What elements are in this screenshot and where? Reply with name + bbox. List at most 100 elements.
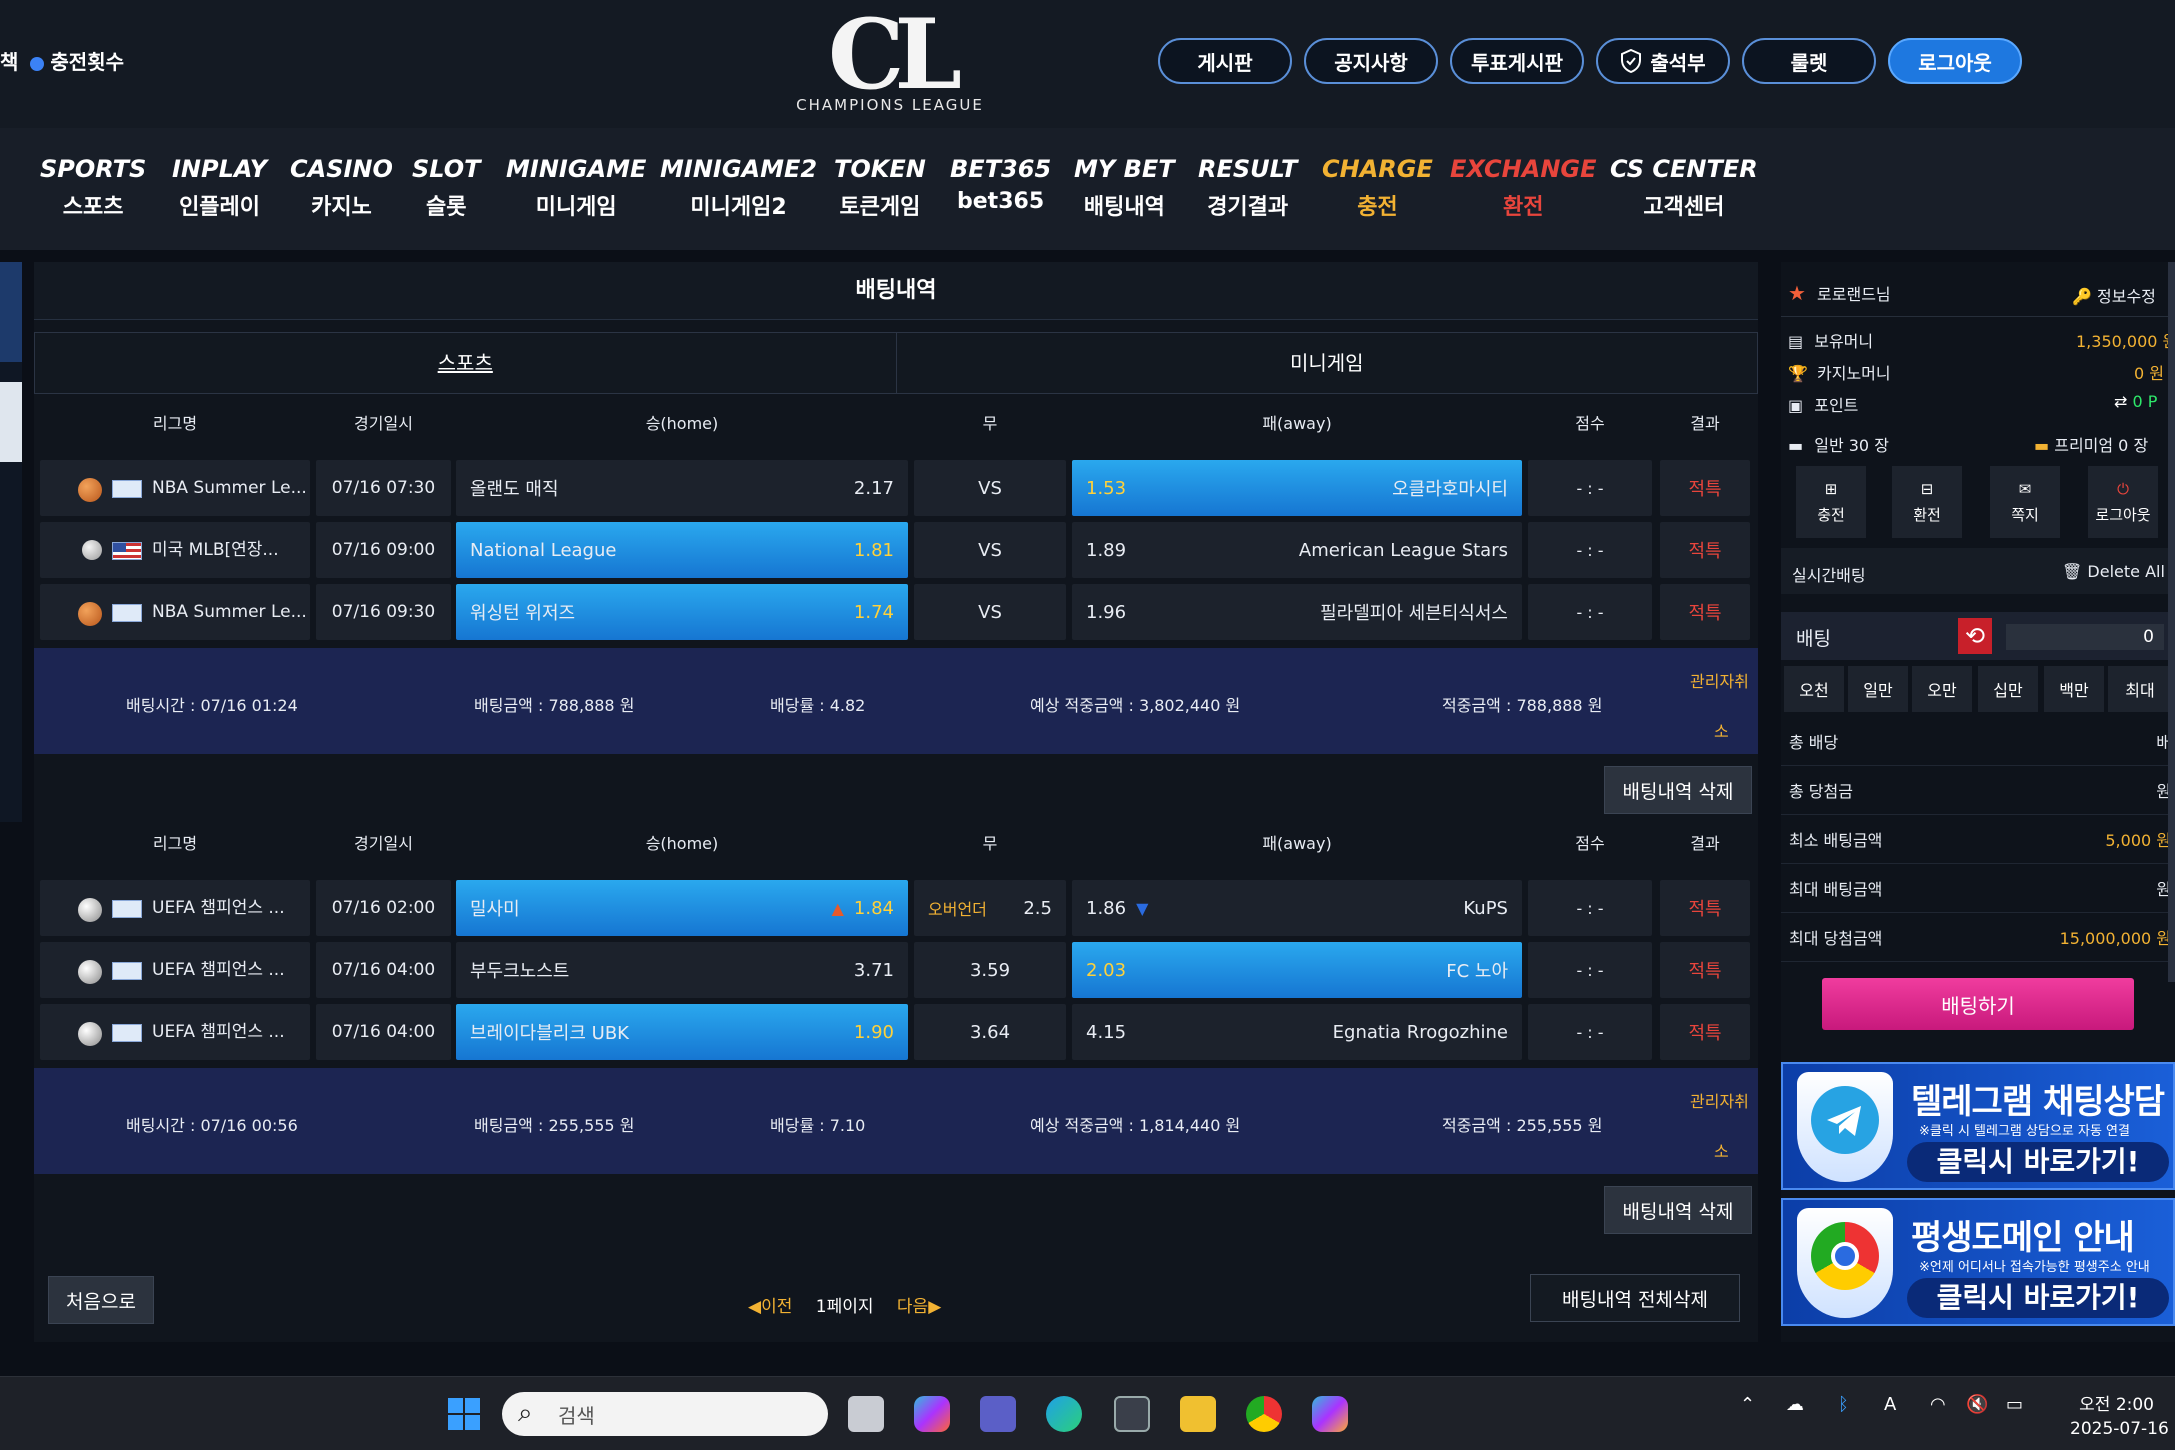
home-team-cell[interactable]: 부두크노스트 3.71 [456,942,908,998]
tray-chevron-icon[interactable]: ⌃ [1740,1394,1755,1415]
home-team-cell[interactable]: 밀사미 ▲ 1.84 [456,880,908,936]
bet-odds: 배당률 : 7.10 [770,1116,866,1135]
tab-minigame[interactable]: 미니게임 [895,333,1757,393]
amount-100000-button[interactable]: 십만 [1978,666,2038,712]
envelope-icon: ✉ [2018,479,2032,498]
vote-board-button[interactable]: 투표게시판 [1450,38,1584,84]
nav-slot[interactable]: SLOT 슬롯 [412,155,481,221]
calculator-icon[interactable] [1114,1396,1150,1432]
edge-icon[interactable] [1046,1396,1082,1432]
away-team-cell[interactable]: 1.53 오클라호마시티 [1072,460,1522,516]
away-team-cell[interactable]: 1.96 필라델피아 세븐티식서스 [1072,584,1522,640]
bluetooth-icon[interactable]: ᛒ [1838,1394,1849,1415]
charge-count[interactable]: 책 충전횟수 [0,46,124,75]
attendance-button[interactable]: 출석부 [1596,38,1730,84]
place-bet-button[interactable]: 배팅하기 [1822,978,2134,1030]
col-home-header: 승(home) [645,834,719,853]
swap-icon: ⇄ [2114,392,2128,411]
onedrive-icon[interactable]: ☁ [1786,1394,1804,1415]
draw-cell[interactable]: VS [914,584,1066,640]
site-logo[interactable]: CL [820,0,962,110]
wifi-icon[interactable]: ◠ [1930,1394,1946,1415]
home-team-cell[interactable]: National League 1.81 [456,522,908,578]
file-explorer-icon[interactable] [1180,1396,1216,1432]
nav-exchange[interactable]: EXCHANGE 환전 [1450,155,1597,221]
nav-charge[interactable]: CHARGE 충전 [1322,155,1433,221]
live-bet-delete-all[interactable]: 🗑 Delete All [2062,562,2165,581]
nav-minigame[interactable]: MINIGAME 미니게임 [506,155,646,221]
domain-banner[interactable]: 평생도메인 안내 ※언제 어디서나 접속가능한 평생주소 안내 클릭시 바로가기… [1781,1198,2175,1326]
draw-cell[interactable]: VS [914,522,1066,578]
away-team-cell[interactable]: 2.03 FC 노아 [1072,942,1522,998]
draw-cell[interactable]: 오버언더 2.5 [914,880,1066,936]
nav-inplay[interactable]: INPLAY 인플레이 [172,155,267,221]
nav-casino[interactable]: CASINO 카지노 [290,155,393,221]
bet-amount: 배팅금액 : 255,555 원 [474,1116,635,1135]
nav-token[interactable]: TOKEN 토큰게임 [834,155,926,221]
message-action-button[interactable]: ✉ 쪽지 [1990,466,2060,538]
nav-bet365[interactable]: BET365 bet365 [950,155,1051,214]
away-team-cell[interactable]: 1.86 ▼ KuPS [1072,880,1522,936]
amount-5000-button[interactable]: 오천 [1784,666,1844,712]
volume-muted-icon[interactable]: 🔇 [1966,1394,1988,1415]
bet-odds: 배당률 : 4.82 [770,696,866,715]
notice-button[interactable]: 공지사항 [1304,38,1438,84]
telegram-banner[interactable]: 텔레그램 채팅상담 ※클릭 시 텔레그램 상담으로 자동 연결 클릭시 바로가기… [1781,1062,2175,1190]
home-team-cell[interactable]: 브레이다블리크 UBK 1.90 [456,1004,908,1060]
nav-my-bet[interactable]: MY BET 배팅내역 [1074,155,1175,221]
logout-action-button[interactable]: ⏻ 로그아웃 [2088,466,2158,538]
exchange-action-button[interactable]: ⊟ 환전 [1892,466,1962,538]
amount-1000000-button[interactable]: 백만 [2044,666,2104,712]
delete-bet-button[interactable]: 배팅내역 삭제 [1604,766,1752,814]
expected-win: 예상 적중금액 : 3,802,440 원 [1030,696,1241,715]
board-button[interactable]: 게시판 [1158,38,1292,84]
m365-copilot-icon[interactable] [1312,1396,1348,1432]
next-page-link[interactable]: 다음▶ [897,1297,941,1317]
battery-icon[interactable]: ▭ [2006,1394,2023,1415]
task-view-icon[interactable] [848,1396,884,1432]
charge-action-button[interactable]: ⊞ 충전 [1796,466,1866,538]
clock[interactable]: 오전 2:00 2025-07-16 [2070,1390,2169,1439]
pagination: ◀이전 1페이지 다음▶ [748,1292,941,1317]
bet-amount-input[interactable]: 0 [2006,624,2164,650]
away-odd: 1.53 [1086,477,1127,499]
nav-minigame2[interactable]: MINIGAME2 미니게임2 [660,155,817,221]
nav-sports[interactable]: SPORTS 스포츠 [40,155,146,221]
away-team-cell[interactable]: 1.89 American League Stars [1072,522,1522,578]
first-page-button[interactable]: 처음으로 [48,1276,154,1324]
amount-10000-button[interactable]: 일만 [1848,666,1908,712]
draw-cell[interactable]: VS [914,460,1066,516]
point-value[interactable]: ⇄ 0 P [2114,392,2157,411]
home-team-cell[interactable]: 올랜도 매직 2.17 [456,460,908,516]
nav-cs-center[interactable]: CS CENTER 고객센터 [1610,155,1758,221]
col-away-header: 패(away) [1262,414,1332,433]
teams-icon[interactable] [980,1396,1016,1432]
roulette-button[interactable]: 룰렛 [1742,38,1876,84]
logout-button[interactable]: 로그아웃 [1888,38,2022,84]
amount-max-button[interactable]: 최대 [2108,666,2172,712]
reset-icon[interactable]: ⟲ [1958,618,1992,654]
draw-cell[interactable]: 3.59 [914,942,1066,998]
away-team-cell[interactable]: 4.15 Egnatia Rrogozhine [1072,1004,1522,1060]
home-team-cell[interactable]: 워싱턴 위저즈 1.74 [456,584,908,640]
delete-all-history-button[interactable]: 배팅내역 전체삭제 [1530,1274,1740,1322]
league-name: UEFA 챔피언스 ... [152,1022,285,1042]
edit-profile-link[interactable]: 🔑 정보수정 [2072,283,2156,307]
match-date: 07/16 09:00 [316,522,451,578]
windows-start-icon[interactable] [446,1396,482,1432]
page-scrollbar[interactable] [2168,262,2175,982]
score-cell: - : - [1528,1004,1652,1060]
prev-page-link[interactable]: ◀이전 [748,1297,792,1317]
match-date: 07/16 09:30 [316,584,451,640]
baseball-icon [82,540,102,560]
nav-result[interactable]: RESULT 경기결과 [1198,155,1297,221]
taskbar-search-input[interactable]: ⌕ 검색 [502,1392,828,1436]
ime-icon[interactable]: A [1884,1394,1896,1415]
amount-50000-button[interactable]: 오만 [1912,666,1972,712]
copilot-icon[interactable] [914,1396,950,1432]
draw-cell[interactable]: 3.64 [914,1004,1066,1060]
chrome-taskbar-icon[interactable] [1246,1396,1282,1432]
delete-bet-button[interactable]: 배팅내역 삭제 [1604,1186,1752,1234]
telegram-banner-cta: 클릭시 바로가기! [1907,1142,2169,1182]
tab-sports[interactable]: 스포츠 [35,333,896,393]
